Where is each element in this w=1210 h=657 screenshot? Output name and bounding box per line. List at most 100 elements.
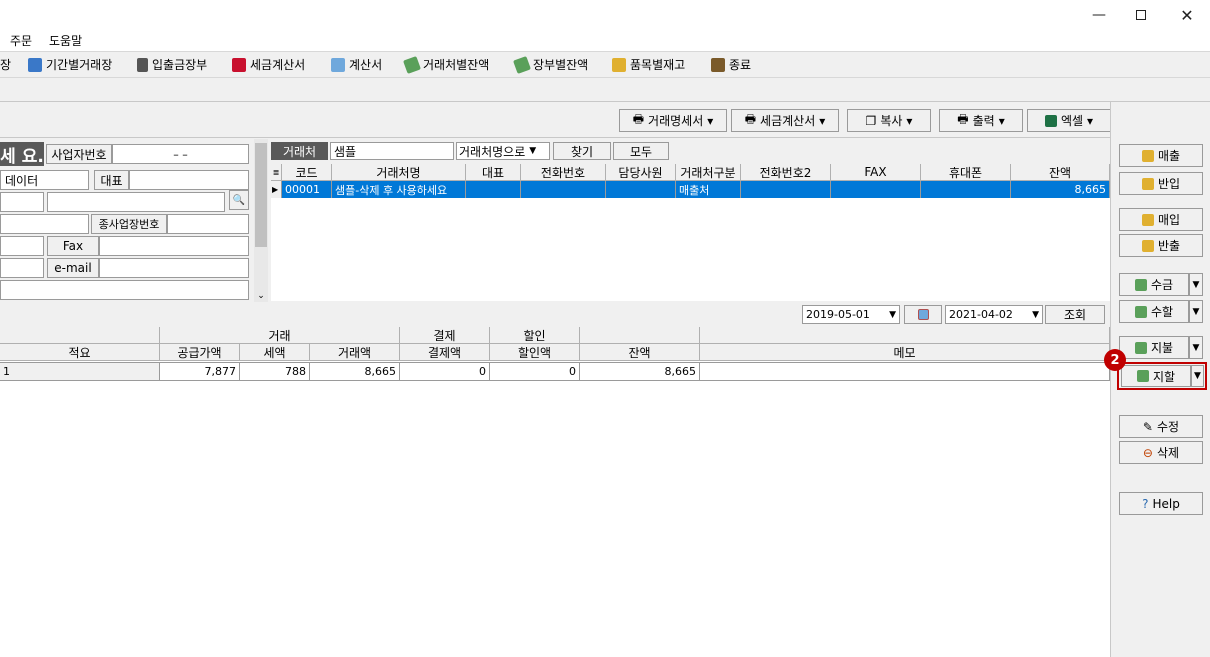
- pay-button[interactable]: 지불: [1119, 336, 1189, 359]
- summary-row[interactable]: 1 7,877 788 8,665 0 0 8,665: [0, 362, 1110, 381]
- email-label: e-mail: [47, 258, 99, 278]
- tax-invoice-button[interactable]: 🖶 세금계산서 ▾: [731, 109, 839, 132]
- sub-biz-label: 종사업장번호: [91, 214, 167, 234]
- invoice-button[interactable]: 🖶 거래명세서 ▾: [619, 109, 727, 132]
- printer-icon: 🖶: [632, 112, 645, 126]
- box-icon: [1141, 239, 1154, 252]
- biz-no-field[interactable]: – –: [112, 144, 249, 164]
- data-field[interactable]: 데이터: [0, 170, 89, 190]
- calendar-button[interactable]: [904, 305, 942, 324]
- col-header[interactable]: 잔액: [1011, 164, 1110, 181]
- col-header[interactable]: 거래처명: [332, 164, 466, 181]
- collect-discount-dropdown[interactable]: ▼: [1189, 300, 1203, 323]
- col-header[interactable]: 전화번호: [521, 164, 606, 181]
- menu-help[interactable]: 도움말: [49, 32, 82, 49]
- cell-rep: [466, 181, 521, 198]
- help-icon: ?: [1142, 496, 1149, 511]
- mobile-field[interactable]: [0, 258, 44, 278]
- toolbar-book-balance[interactable]: 장부별잔액: [513, 55, 588, 74]
- group-header-settle: 결제: [400, 327, 490, 344]
- collect-discount-button[interactable]: 수할: [1119, 300, 1189, 323]
- find-button[interactable]: 찾기: [553, 142, 611, 160]
- summary-cell: 8,665: [580, 363, 700, 380]
- sale-return-button[interactable]: 반입: [1119, 172, 1203, 195]
- col-header[interactable]: 코드: [282, 164, 332, 181]
- fax-field[interactable]: [99, 236, 249, 256]
- summary-col-header[interactable]: 공급가액: [160, 344, 240, 361]
- memo-field[interactable]: [0, 280, 249, 300]
- phone-field[interactable]: [0, 236, 44, 256]
- side-panel: 매출 반입 매입 반출 수금 ▼ 수할 ▼ 지불 ▼ 지할 ▼ 2 ✎ 수정 ⊖ 삭…: [1104, 102, 1210, 657]
- copy-icon: ❐: [865, 113, 877, 128]
- col-header[interactable]: 거래처구분: [676, 164, 741, 181]
- query-button[interactable]: 조회: [1045, 305, 1105, 324]
- title-fragment: 세 요.: [0, 142, 44, 167]
- delete-button[interactable]: ⊖ 삭제: [1119, 441, 1203, 464]
- summary-col-header[interactable]: 할인액: [490, 344, 580, 361]
- form-scrollbar[interactable]: ⌄: [254, 139, 268, 302]
- maximize-button[interactable]: [1118, 0, 1164, 30]
- summary-blank-header: [580, 327, 700, 344]
- client-search-input[interactable]: 샘플: [330, 142, 454, 160]
- collect-button[interactable]: 수금: [1119, 273, 1189, 296]
- col-header[interactable]: 휴대폰: [921, 164, 1011, 181]
- scroll-down-icon[interactable]: ⌄: [254, 291, 268, 301]
- col-header[interactable]: 전화번호2: [741, 164, 831, 181]
- purchase-button[interactable]: 매입: [1119, 208, 1203, 231]
- col-header[interactable]: 대표: [466, 164, 521, 181]
- summary-cell: 0: [400, 363, 490, 380]
- summary-col-header[interactable]: 적요: [0, 344, 160, 361]
- menu-bar: 주문 도움말: [0, 30, 1210, 51]
- close-window-button[interactable]: ✕: [1164, 0, 1210, 30]
- summary-col-header[interactable]: 잔액: [580, 344, 700, 361]
- toolbar-tax-invoice[interactable]: 세금계산서: [232, 56, 305, 73]
- edit-button[interactable]: ✎ 수정: [1119, 415, 1203, 438]
- calculator-icon: [137, 57, 148, 72]
- chevron-down-icon: ▾: [1087, 113, 1094, 128]
- menu-order[interactable]: 주문: [10, 32, 32, 49]
- sub-biz-value[interactable]: [167, 214, 249, 234]
- minimize-button[interactable]: —: [1076, 0, 1122, 30]
- col-header[interactable]: 담당사원: [606, 164, 676, 181]
- pay-dropdown[interactable]: ▼: [1189, 336, 1203, 359]
- table-row[interactable]: ▶ 00001 샘플-삭제 후 사용하세요 매출처 8,665: [271, 181, 1110, 198]
- pay-discount-dropdown[interactable]: ▼: [1191, 365, 1204, 387]
- purchase-return-button[interactable]: 반출: [1119, 234, 1203, 257]
- sale-button[interactable]: 매출: [1119, 144, 1203, 167]
- summary-cell: [700, 363, 1110, 380]
- toolbar-period-ledger[interactable]: 기간별거래장: [28, 56, 112, 73]
- print-button[interactable]: 🖶 출력 ▾: [939, 109, 1023, 132]
- show-all-button[interactable]: 모두: [613, 142, 669, 160]
- toolbar-item-stock[interactable]: 품목별재고: [612, 56, 685, 73]
- summary-col-header[interactable]: 세액: [240, 344, 310, 361]
- date-to-picker[interactable]: 2021-04-02 ▼: [945, 305, 1043, 324]
- col-header[interactable]: FAX: [831, 164, 921, 181]
- excel-button[interactable]: 엑셀 ▾: [1027, 109, 1111, 132]
- address-search-icon[interactable]: 🔍: [229, 190, 249, 210]
- copy-button[interactable]: ❐ 복사 ▾: [847, 109, 931, 132]
- collect-dropdown[interactable]: ▼: [1189, 273, 1203, 296]
- toolbar-bill[interactable]: 계산서: [331, 56, 382, 73]
- biz-no-label: 사업자번호: [46, 144, 112, 164]
- summary-col-header[interactable]: 결제액: [400, 344, 490, 361]
- address-field-2[interactable]: [47, 192, 225, 212]
- summary-col-header[interactable]: 메모: [700, 344, 1110, 361]
- scroll-thumb[interactable]: [255, 143, 267, 247]
- search-mode-select[interactable]: 거래처명으로 ▼: [456, 142, 550, 160]
- address-field-1[interactable]: [0, 192, 44, 212]
- toolbar-ledger[interactable]: 장: [0, 56, 11, 73]
- help-button[interactable]: ? Help: [1119, 492, 1203, 515]
- chevron-down-icon: ▼: [529, 146, 537, 156]
- chevron-down-icon: ▼: [1194, 371, 1201, 381]
- date-from-picker[interactable]: 2019-05-01 ▼: [802, 305, 900, 324]
- cell-mobile: [921, 181, 1011, 198]
- email-field[interactable]: [99, 258, 249, 278]
- toolbar-client-balance[interactable]: 거래처별잔액: [403, 55, 489, 74]
- pay-discount-button[interactable]: 지할: [1121, 365, 1191, 387]
- toolbar-cashbook[interactable]: 입출금장부: [137, 56, 207, 73]
- toolbar-exit[interactable]: 종료: [711, 56, 751, 73]
- summary-cell: 1: [0, 363, 160, 380]
- summary-col-header[interactable]: 거래액: [310, 344, 400, 361]
- rep-field[interactable]: [129, 170, 249, 190]
- sub-biz-field[interactable]: [0, 214, 89, 234]
